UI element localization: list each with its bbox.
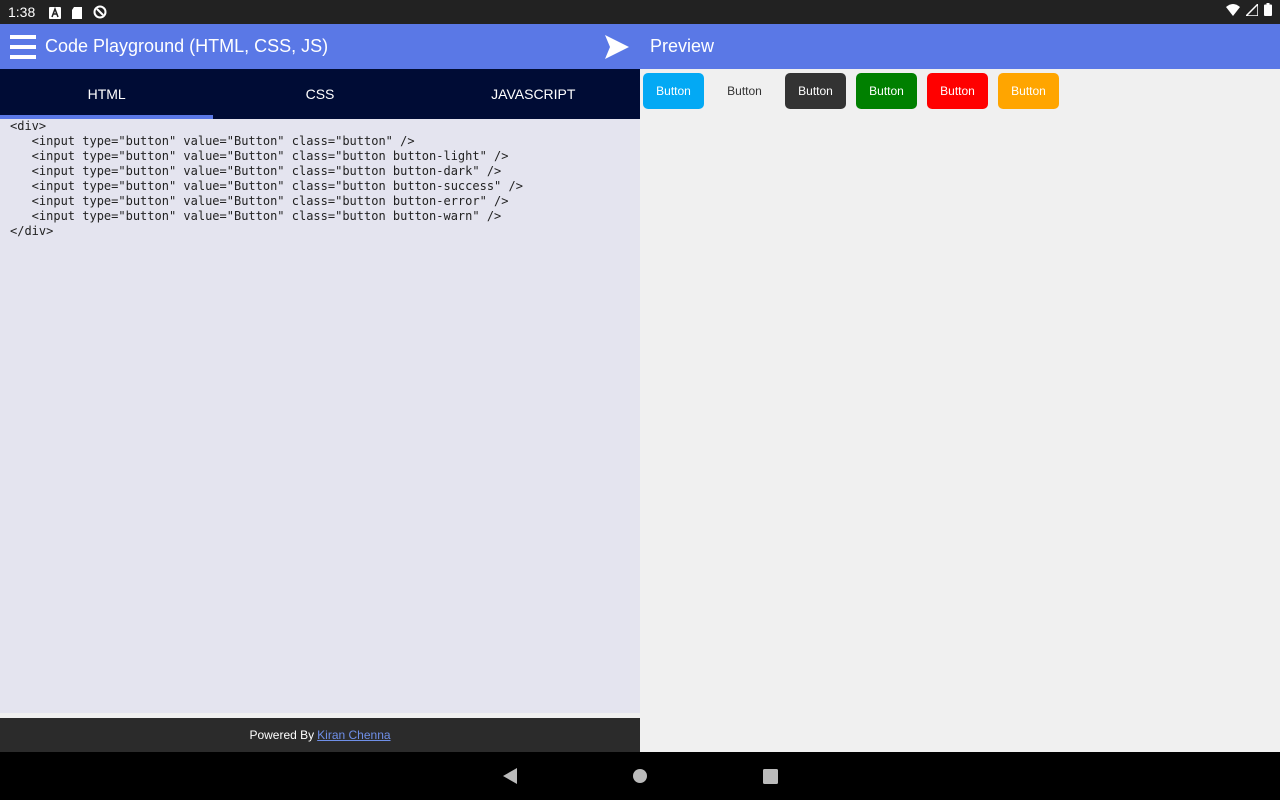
hamburger-menu-icon[interactable] <box>10 34 36 59</box>
system-navigation-bar <box>0 752 1280 800</box>
preview-toolbar: Preview <box>640 24 1280 69</box>
preview-button-success[interactable]: Button <box>856 73 917 109</box>
preview-button-error[interactable]: Button <box>927 73 988 109</box>
recents-icon[interactable] <box>760 766 780 786</box>
preview-button-default[interactable]: Button <box>643 73 704 109</box>
editor-toolbar: Code Playground (HTML, CSS, JS) <box>0 24 640 69</box>
preview-button-light[interactable]: Button <box>714 73 775 109</box>
app-window: Code Playground (HTML, CSS, JS) Preview … <box>0 24 1280 752</box>
tab-label: HTML <box>87 86 126 102</box>
tab-javascript[interactable]: JAVASCRIPT <box>427 69 640 119</box>
button-label: Button <box>940 84 975 98</box>
button-label: Button <box>798 84 833 98</box>
status-time: 1:38 <box>8 4 36 20</box>
preview-button-dark[interactable]: Button <box>785 73 846 109</box>
battery-icon <box>1264 3 1272 21</box>
code-text[interactable]: <div> <input type="button" value="Button… <box>10 119 630 239</box>
a-notification-icon <box>49 6 62 19</box>
back-icon[interactable] <box>500 766 520 786</box>
footer-prefix: Powered By <box>249 728 315 742</box>
home-icon[interactable] <box>630 766 650 786</box>
code-editor[interactable]: <div> <input type="button" value="Button… <box>0 119 640 713</box>
preview-button-row: Button Button Button Button Button Butto… <box>640 69 1280 109</box>
editor-tabs: HTML CSS JAVASCRIPT <box>0 69 640 119</box>
preview-pane: Button Button Button Button Button Butto… <box>640 69 1280 752</box>
signal-icon <box>1244 2 1259 21</box>
button-label: Button <box>869 84 904 98</box>
button-label: Button <box>656 84 691 98</box>
notification-icons <box>49 5 107 19</box>
run-send-icon[interactable] <box>603 34 631 60</box>
app-title: Code Playground (HTML, CSS, JS) <box>45 36 329 56</box>
tab-label: CSS <box>305 86 335 102</box>
tab-label: JAVASCRIPT <box>491 86 576 102</box>
sync-icon <box>93 5 107 19</box>
author-link[interactable]: Kiran Chenna <box>317 728 390 742</box>
button-label: Button <box>727 84 762 98</box>
tab-css[interactable]: CSS <box>213 69 426 119</box>
tab-html[interactable]: HTML <box>0 69 214 119</box>
status-bar: 1:38 <box>0 0 1280 24</box>
system-icons <box>1226 2 1272 21</box>
button-label: Button <box>1011 84 1046 98</box>
sd-card-icon <box>71 6 83 19</box>
wifi-icon <box>1226 3 1240 21</box>
preview-button-warn[interactable]: Button <box>998 73 1059 109</box>
footer: Powered By Kiran Chenna <box>0 718 640 752</box>
preview-title: Preview <box>650 36 715 56</box>
